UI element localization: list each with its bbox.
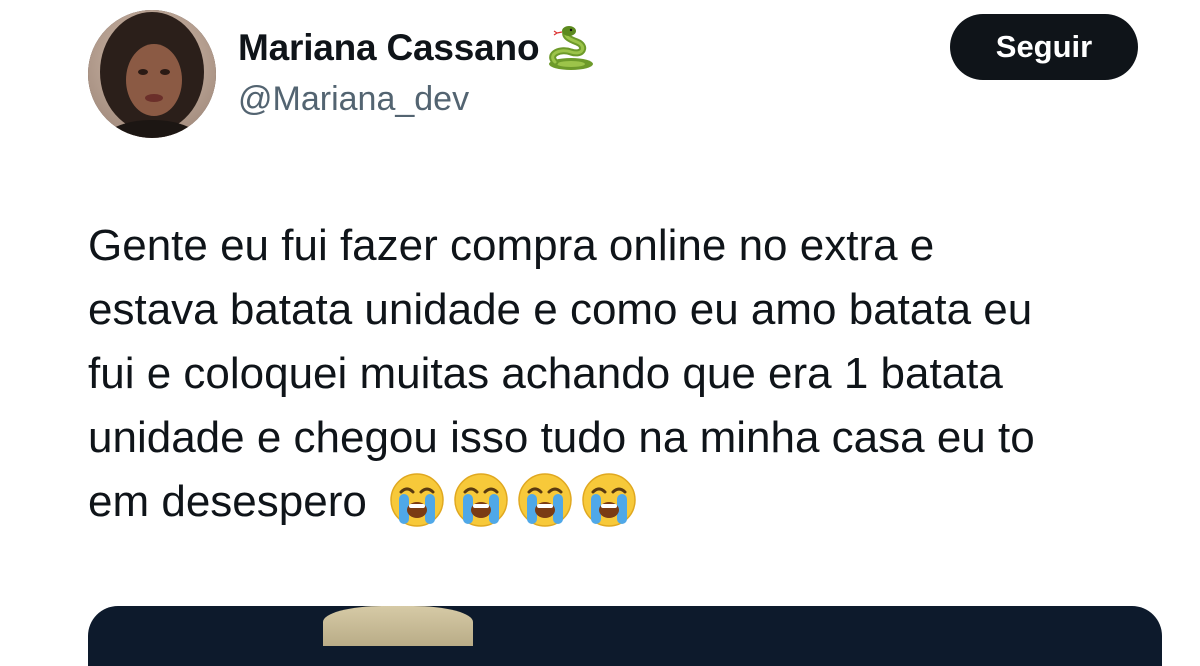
loudly-crying-face-icon <box>454 473 508 528</box>
avatar[interactable] <box>88 10 216 138</box>
tweet-text-line: Gente eu fui fazer compra online no extr… <box>88 221 935 270</box>
tweet-text: Gente eu fui fazer compra online no extr… <box>88 214 1168 534</box>
tweet-text-line: fui e coloquei muitas achando que era 1 … <box>88 349 1003 398</box>
media-potato-bag <box>323 606 473 646</box>
tweet-text-line: em desespero <box>88 477 367 526</box>
loudly-crying-face-icon <box>390 473 444 528</box>
emoji-row <box>389 472 637 528</box>
display-name-row: Mariana Cassano <box>238 22 597 74</box>
snake-emoji-icon <box>549 26 594 70</box>
tweet-media-image[interactable] <box>88 606 1162 666</box>
handle[interactable]: @Mariana_dev <box>238 80 469 119</box>
profile-photo-icon <box>88 10 216 138</box>
loudly-crying-face-icon <box>582 473 636 528</box>
tweet-text-line: unidade e chegou isso tudo na minha casa… <box>88 413 1035 462</box>
tweet-text-line-last: em desespero <box>88 470 1168 534</box>
tweet-text-line: estava batata unidade e como eu amo bata… <box>88 285 1033 334</box>
display-name[interactable]: Mariana Cassano <box>238 27 540 69</box>
loudly-crying-face-icon <box>518 473 572 528</box>
follow-button[interactable]: Seguir <box>950 14 1138 80</box>
tweet-card: Mariana Cassano @Mariana_dev Seguir Gent… <box>0 0 1200 666</box>
